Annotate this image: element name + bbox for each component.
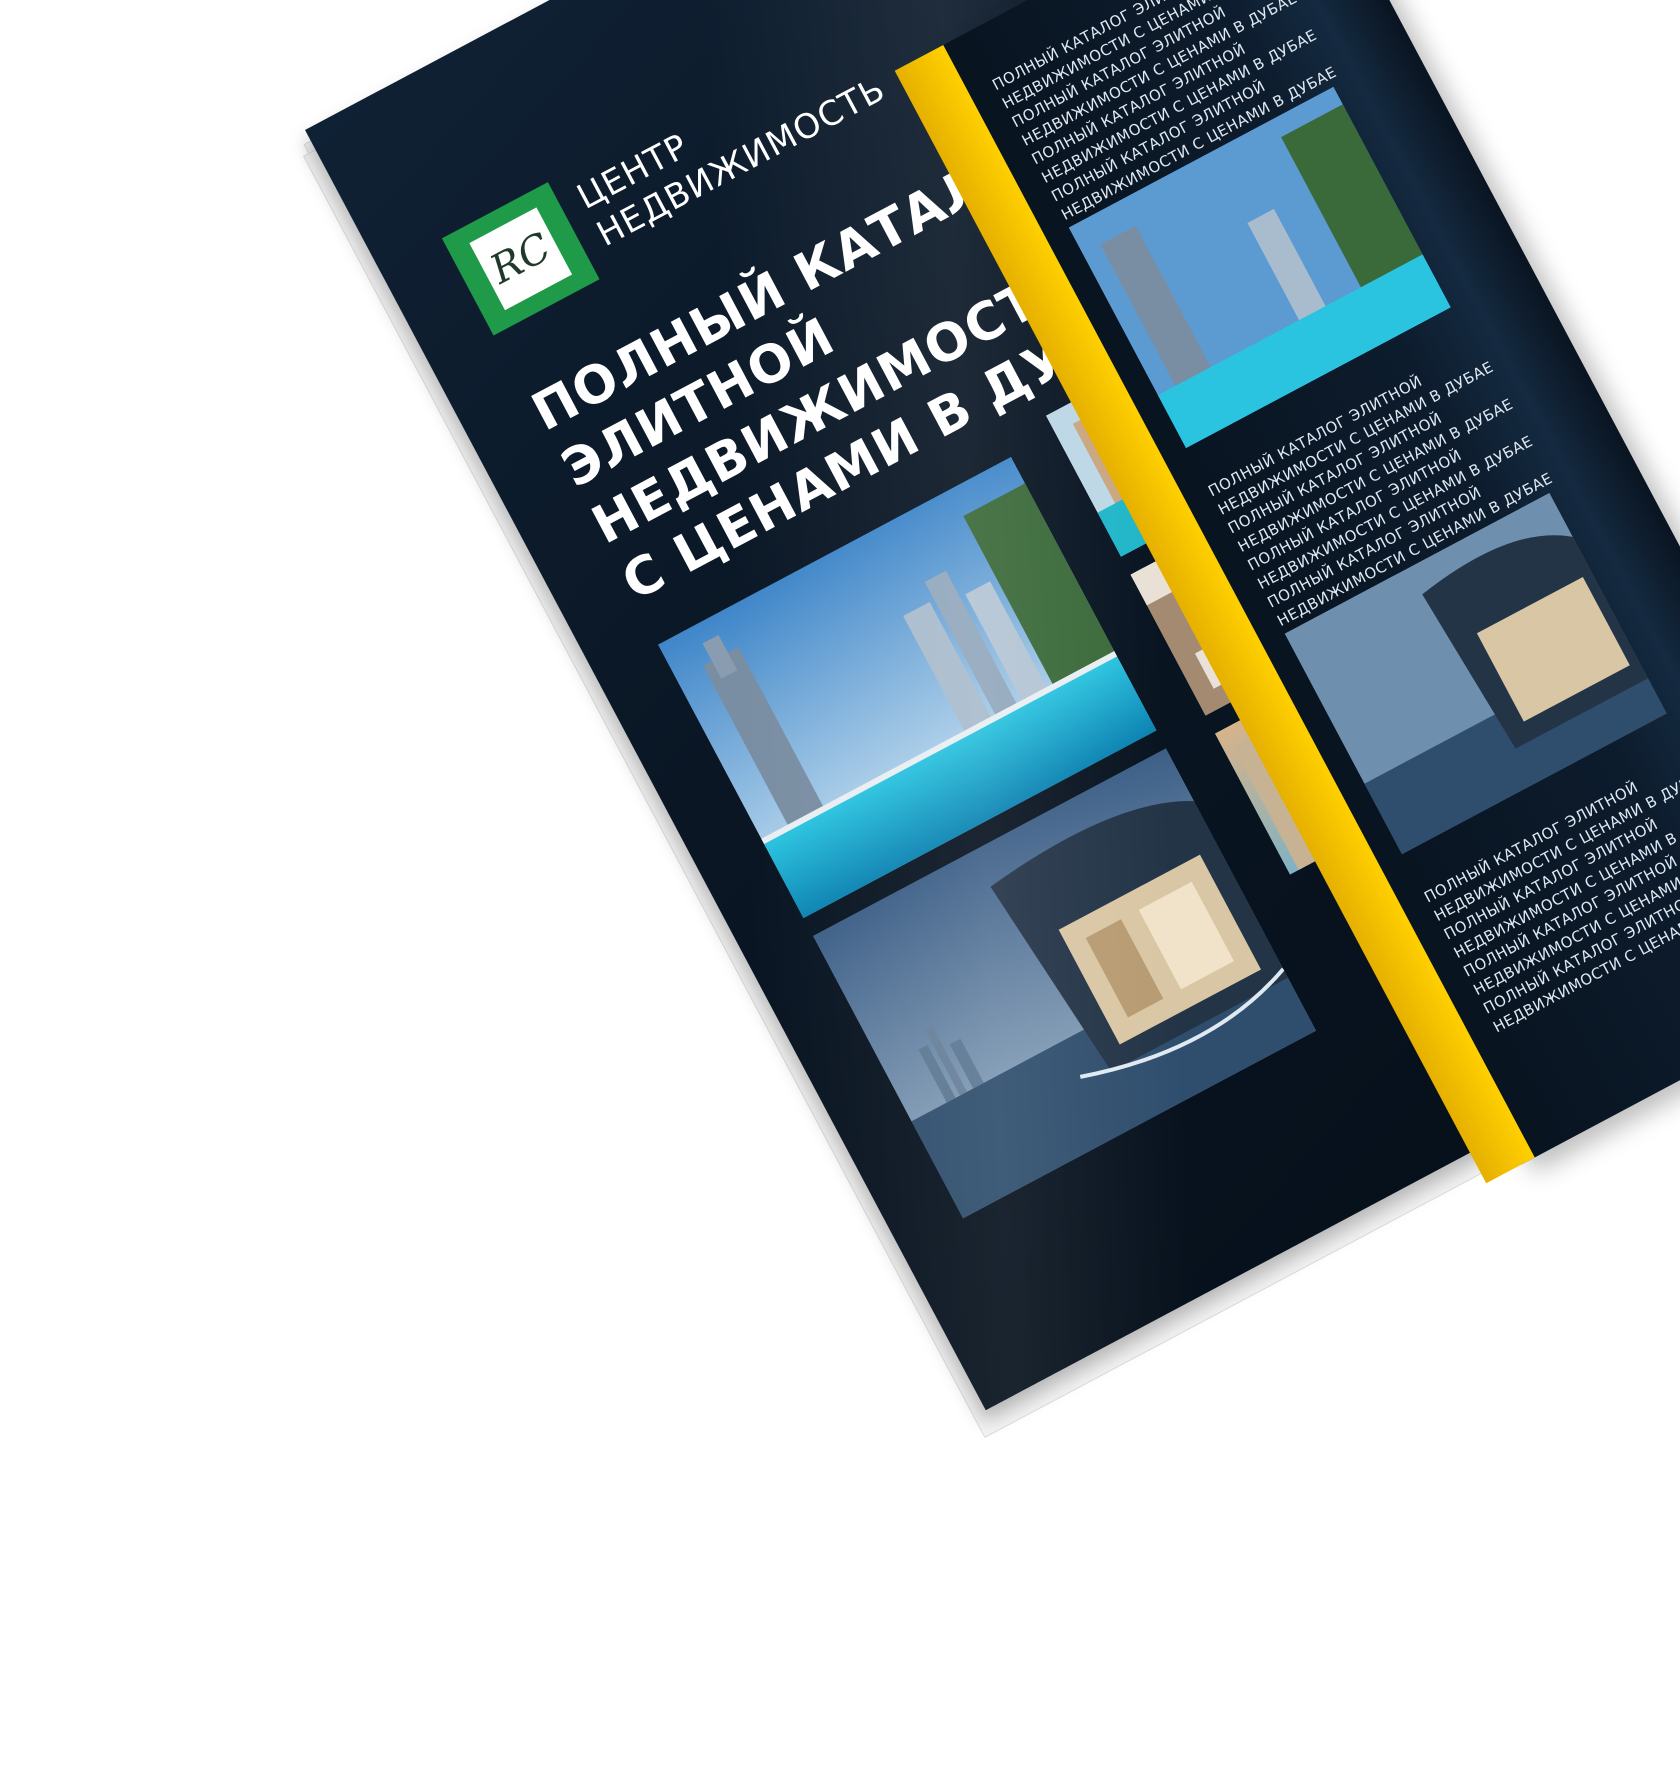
logo-monogram: RC [469,207,573,311]
brand-logo: RC [441,182,600,336]
magazine-mockup: RC ЦЕНТР НЕДВИЖИМОСТЬ ПОЛНЫЙ КАТАЛОГ ЭЛИ… [0,0,1680,1782]
